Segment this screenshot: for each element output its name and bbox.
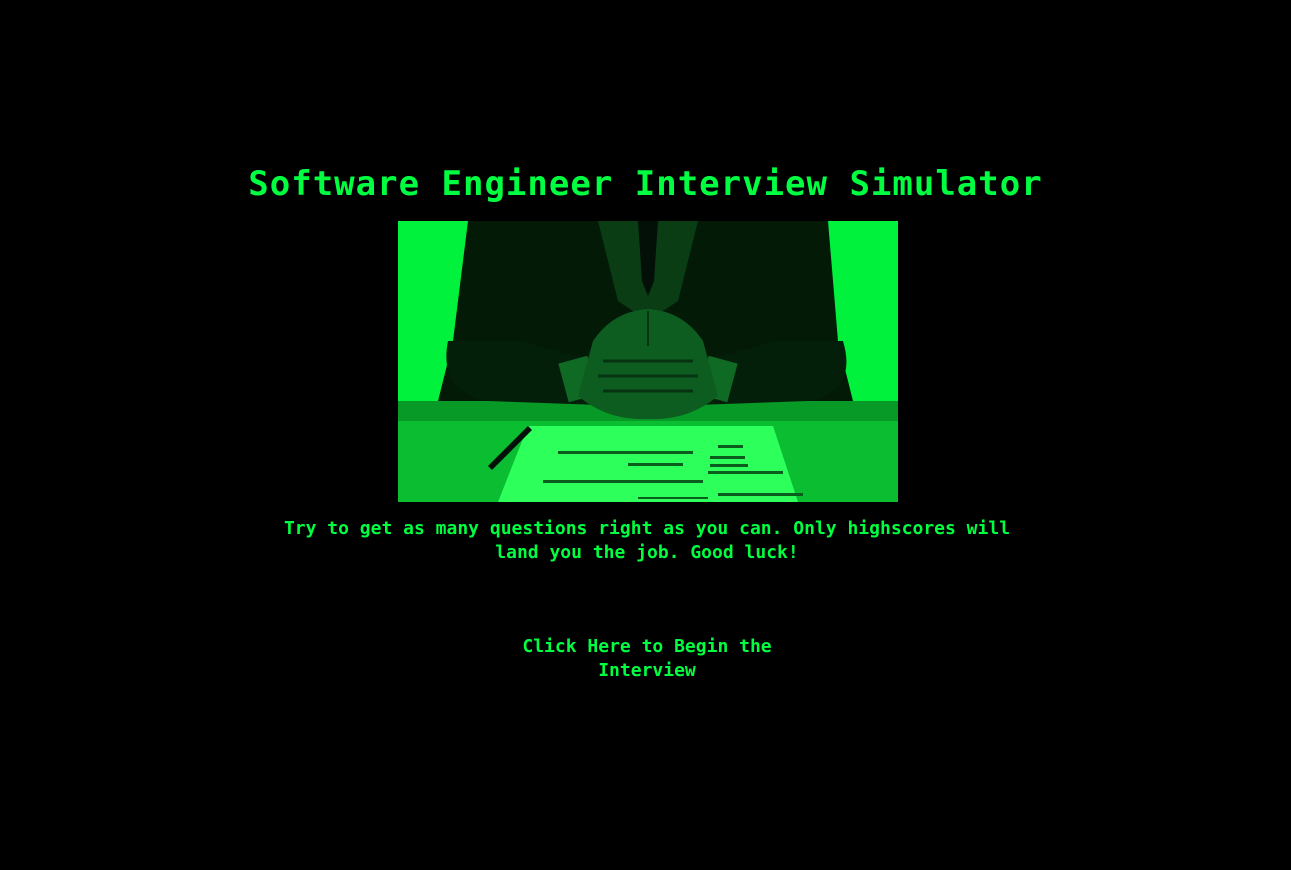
game-title: Software Engineer Interview Simulator: [248, 164, 1043, 204]
begin-interview-button[interactable]: Click Here to Begin the Interview: [522, 635, 772, 683]
instructions-text: Try to get as many questions right as yo…: [283, 518, 1011, 563]
interviewer-photo: [398, 221, 898, 502]
interviewer-illustration: [398, 221, 898, 502]
start-screen: Software Engineer Interview Simulator Tr…: [0, 0, 1291, 870]
